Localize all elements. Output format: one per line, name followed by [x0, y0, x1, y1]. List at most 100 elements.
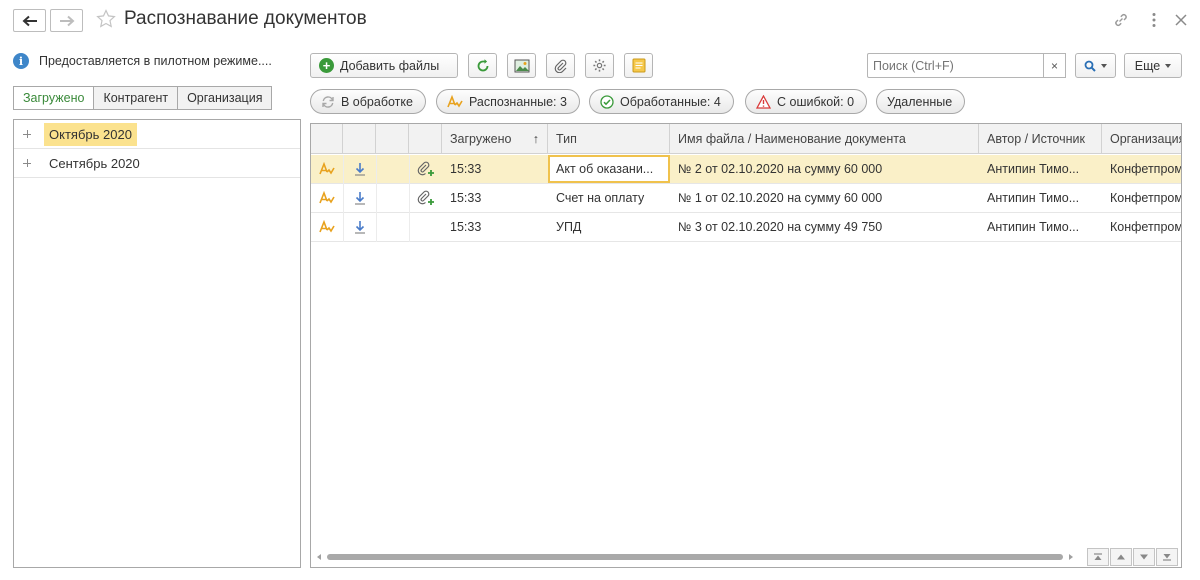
attachment-add-icon[interactable] — [409, 155, 442, 183]
cell-author: Антипин Тимо... — [987, 220, 1080, 234]
filter-label: Обработанные: 4 — [620, 94, 721, 109]
cell-uploaded: 15:33 — [450, 191, 482, 205]
filter-processed[interactable]: Обработанные: 4 — [589, 89, 734, 114]
table-row[interactable]: 15:33 Акт об оказани... № 2 от 02.10.202… — [311, 155, 1182, 184]
add-files-button[interactable]: + Добавить файлы — [310, 53, 458, 78]
pilot-mode-text[interactable]: Предоставляется в пилотном режиме.... — [39, 54, 272, 68]
col-uploaded-header[interactable]: Загружено ↑ — [442, 124, 548, 154]
col-uploaded-label: Загружено — [450, 132, 512, 146]
cell-organization: Конфетпром — [1110, 162, 1182, 176]
recognized-icon — [447, 94, 463, 107]
more-vertical-icon[interactable] — [1145, 11, 1163, 29]
tab-uploaded[interactable]: Загружено — [13, 86, 95, 110]
sort-ascending-icon: ↑ — [532, 132, 539, 146]
cell-organization: Конфетпром — [1110, 220, 1182, 234]
recognized-icon — [311, 155, 343, 183]
more-label: Еще — [1134, 58, 1161, 73]
tree-item-september-2020[interactable]: Сентябрь 2020 — [14, 149, 300, 178]
tab-counterparty[interactable]: Контрагент — [93, 86, 179, 110]
triangle-down-icon — [1140, 554, 1148, 560]
image-button[interactable] — [507, 53, 536, 78]
last-page-button[interactable] — [1156, 548, 1178, 566]
period-tree: Октябрь 2020 Сентябрь 2020 — [13, 119, 301, 568]
filter-errors[interactable]: С ошибкой: 0 — [745, 89, 868, 114]
arrow-left-icon — [22, 15, 37, 26]
back-button[interactable] — [13, 9, 46, 32]
recognized-icon — [311, 213, 343, 241]
col-download-header[interactable] — [343, 124, 376, 154]
horizontal-scrollbar[interactable] — [317, 552, 1073, 562]
col-name-header[interactable]: Имя файла / Наименование документа — [670, 124, 979, 154]
cell-name: № 1 от 02.10.2020 на сумму 60 000 — [678, 191, 883, 205]
processing-icon — [322, 95, 334, 108]
refresh-button[interactable] — [468, 53, 497, 78]
cell-author: Антипин Тимо... — [987, 191, 1080, 205]
filter-recognized[interactable]: Распознанные: 3 — [436, 89, 580, 114]
note-icon — [632, 58, 645, 73]
first-icon — [1094, 553, 1102, 560]
download-icon[interactable] — [343, 213, 376, 241]
image-icon — [514, 59, 529, 72]
expand-icon[interactable] — [23, 159, 31, 167]
scroll-left-icon[interactable] — [317, 554, 321, 560]
cell-type[interactable]: Акт об оказани... — [548, 155, 670, 183]
table-row[interactable]: 15:33 УПД № 3 от 02.10.2020 на сумму 49 … — [311, 213, 1182, 242]
download-icon[interactable] — [343, 155, 376, 183]
attachment-add-icon[interactable] — [409, 184, 442, 212]
column-divider — [343, 155, 344, 242]
add-files-label: Добавить файлы — [340, 58, 440, 73]
col-organization-header[interactable]: Организация — [1102, 124, 1181, 154]
column-divider — [409, 155, 410, 242]
settings-button[interactable] — [585, 53, 614, 78]
cell-author: Антипин Тимо... — [987, 162, 1080, 176]
close-icon[interactable] — [1172, 11, 1190, 29]
col-flag-header[interactable] — [376, 124, 409, 154]
prev-page-button[interactable] — [1110, 548, 1132, 566]
chevron-down-icon — [1101, 63, 1107, 68]
attach-button[interactable] — [546, 53, 575, 78]
cell-type: УПД — [556, 220, 582, 234]
col-attach-header[interactable] — [409, 124, 442, 154]
tree-item-label: Сентябрь 2020 — [49, 155, 140, 171]
search-button[interactable] — [1075, 53, 1116, 78]
more-button[interactable]: Еще — [1124, 53, 1182, 78]
last-icon — [1163, 554, 1171, 561]
filter-label: В обработке — [341, 94, 413, 109]
scrollbar-thumb[interactable] — [327, 554, 1063, 560]
search-input[interactable] — [867, 53, 1044, 78]
first-page-button[interactable] — [1087, 548, 1109, 566]
download-icon[interactable] — [343, 184, 376, 212]
expand-icon[interactable] — [23, 130, 31, 138]
col-type-header[interactable]: Тип — [548, 124, 670, 154]
search-icon — [1084, 60, 1096, 72]
table-header: Загружено ↑ Тип Имя файла / Наименование… — [311, 124, 1181, 154]
cell-uploaded: 15:33 — [450, 220, 482, 234]
cell-organization: Конфетпром — [1110, 191, 1182, 205]
note-button[interactable] — [624, 53, 653, 78]
tab-organization[interactable]: Организация — [177, 86, 273, 110]
favorite-star-icon[interactable] — [96, 9, 116, 29]
cell-name: № 3 от 02.10.2020 на сумму 49 750 — [678, 220, 883, 234]
tree-item-label: Октябрь 2020 — [44, 122, 137, 146]
cell-name: № 2 от 02.10.2020 на сумму 60 000 — [678, 162, 883, 176]
scroll-right-icon[interactable] — [1069, 554, 1073, 560]
filter-label: Удаленные — [887, 94, 953, 109]
col-status-header[interactable] — [311, 124, 343, 154]
filter-deleted[interactable]: Удаленные — [876, 89, 966, 114]
col-author-header[interactable]: Автор / Источник — [979, 124, 1102, 154]
pilot-mode-notice: i Предоставляется в пилотном режиме.... — [13, 53, 301, 69]
search-clear-button[interactable]: × — [1043, 53, 1066, 78]
table-row[interactable]: 15:33 Счет на оплату № 1 от 02.10.2020 н… — [311, 184, 1182, 213]
info-icon: i — [13, 53, 29, 69]
warning-icon — [756, 94, 771, 109]
filter-processing[interactable]: В обработке — [310, 89, 426, 114]
tree-item-october-2020[interactable]: Октябрь 2020 — [14, 120, 300, 149]
forward-button[interactable] — [50, 9, 83, 32]
recognized-icon — [311, 184, 343, 212]
page-title: Распознавание документов — [124, 8, 367, 29]
link-icon[interactable] — [1112, 11, 1130, 29]
next-page-button[interactable] — [1133, 548, 1155, 566]
grouping-tabs: Загружено Контрагент Организация — [13, 86, 273, 110]
triangle-up-icon — [1117, 554, 1125, 560]
cell-uploaded: 15:33 — [450, 162, 482, 176]
